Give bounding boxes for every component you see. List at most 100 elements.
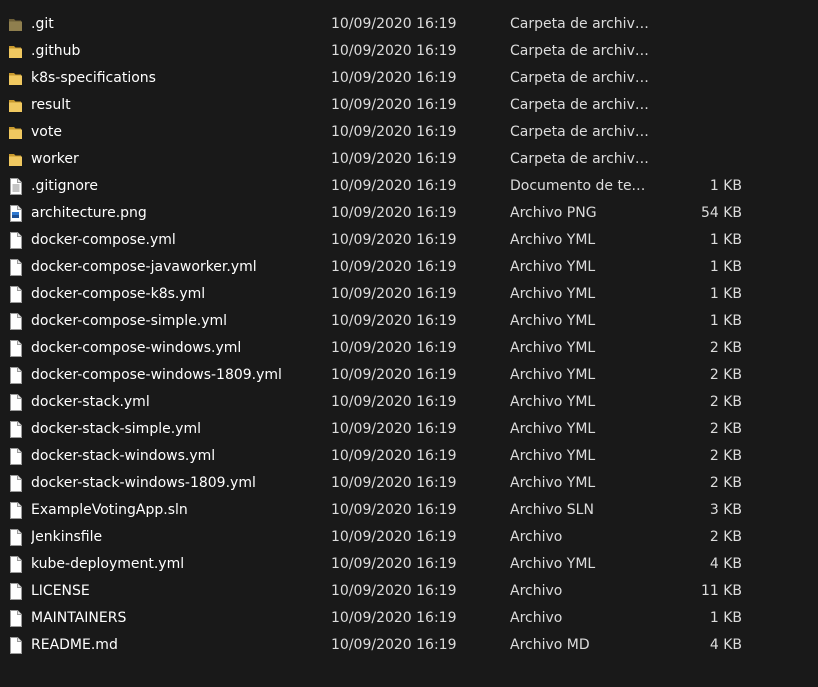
file-name: .gitignore <box>31 178 98 194</box>
file-date: 10/09/2020 16:19 <box>331 124 457 140</box>
text-file-icon <box>8 178 24 195</box>
file-row[interactable]: docker-compose.yml 10/09/2020 16:19 Archiv… <box>0 227 818 254</box>
file-row[interactable]: kube-deployment.yml 10/09/2020 16:19 Archi… <box>0 551 818 578</box>
file-row[interactable]: .github 10/09/2020 16:19 Carpeta de archiv… <box>0 38 818 65</box>
file-name: vote <box>31 124 62 140</box>
file-row[interactable]: k8s-specifications 10/09/2020 16:19 Carpet… <box>0 65 818 92</box>
folder-icon <box>8 43 24 60</box>
file-type: Archivo MD <box>510 637 590 653</box>
file-row[interactable]: docker-compose-k8s.yml 10/09/2020 16:19 Ar… <box>0 281 818 308</box>
file-date: 10/09/2020 16:19 <box>331 448 457 464</box>
file-date: 10/09/2020 16:19 <box>331 475 457 491</box>
folder-icon <box>8 124 24 141</box>
file-type: Carpeta de archivos <box>510 70 650 86</box>
file-icon <box>8 529 24 546</box>
file-size: 54 KB <box>700 205 742 221</box>
file-date: 10/09/2020 16:19 <box>331 637 457 653</box>
file-type: Archivo YML <box>510 286 596 302</box>
file-name: result <box>31 97 71 113</box>
file-row[interactable]: .git 10/09/2020 16:19 Carpeta de archivos <box>0 11 818 38</box>
file-list: .git 10/09/2020 16:19 Carpeta de archivos … <box>0 11 818 659</box>
file-icon <box>8 340 24 357</box>
file-icon <box>8 583 24 600</box>
file-row[interactable]: docker-stack-windows.yml 10/09/2020 16:19… <box>0 443 818 470</box>
file-row[interactable]: docker-compose-windows.yml 10/09/2020 16:… <box>0 335 818 362</box>
folder-icon <box>8 151 24 168</box>
file-date: 10/09/2020 16:19 <box>331 394 457 410</box>
file-icon <box>8 502 24 519</box>
file-row[interactable]: vote 10/09/2020 16:19 Carpeta de archivos <box>0 119 818 146</box>
file-name: kube-deployment.yml <box>31 556 185 572</box>
file-row[interactable]: architecture.png 10/09/2020 16:19 Archivo … <box>0 200 818 227</box>
file-date: 10/09/2020 16:19 <box>331 286 457 302</box>
folder-hidden-icon <box>8 16 24 33</box>
image-file-icon <box>8 205 24 222</box>
file-name: docker-compose-simple.yml <box>31 313 228 329</box>
file-name: docker-stack.yml <box>31 394 150 410</box>
file-icon <box>8 394 24 411</box>
file-type: Archivo YML <box>510 475 596 491</box>
file-date: 10/09/2020 16:19 <box>331 43 457 59</box>
file-row[interactable]: result 10/09/2020 16:19 Carpeta de archivo… <box>0 92 818 119</box>
file-type: Archivo <box>510 529 563 545</box>
file-date: 10/09/2020 16:19 <box>331 367 457 383</box>
file-icon <box>8 556 24 573</box>
file-size: 1 KB <box>709 313 742 329</box>
file-size: 11 KB <box>700 583 742 599</box>
file-name: LICENSE <box>31 583 90 599</box>
file-size: 2 KB <box>709 421 742 437</box>
file-type: Carpeta de archivos <box>510 97 650 113</box>
file-type: Archivo YML <box>510 313 596 329</box>
file-row[interactable]: README.md 10/09/2020 16:19 Archivo MD 4 KB <box>0 632 818 659</box>
file-date: 10/09/2020 16:19 <box>331 556 457 572</box>
file-icon <box>8 286 24 303</box>
file-type: Archivo YML <box>510 232 596 248</box>
file-icon <box>8 475 24 492</box>
file-row[interactable]: docker-stack-windows-1809.yml 10/09/2020 … <box>0 470 818 497</box>
file-date: 10/09/2020 16:19 <box>331 313 457 329</box>
file-row[interactable]: docker-compose-windows-1809.yml 10/09/202… <box>0 362 818 389</box>
file-date: 10/09/2020 16:19 <box>331 151 457 167</box>
file-size: 2 KB <box>709 529 742 545</box>
file-size: 2 KB <box>709 475 742 491</box>
file-row[interactable]: docker-compose-javaworker.yml 10/09/2020 … <box>0 254 818 281</box>
file-row[interactable]: ExampleVotingApp.sln 10/09/2020 16:19 Arch… <box>0 497 818 524</box>
file-row[interactable]: MAINTAINERS 10/09/2020 16:19 Archivo 1 KB <box>0 605 818 632</box>
file-type: Archivo YML <box>510 367 596 383</box>
file-name: docker-compose-windows.yml <box>31 340 242 356</box>
file-name: .git <box>31 16 54 32</box>
file-name: architecture.png <box>31 205 147 221</box>
file-row[interactable]: worker 10/09/2020 16:19 Carpeta de archivo… <box>0 146 818 173</box>
file-row[interactable]: Jenkinsfile 10/09/2020 16:19 Archivo 2 KB <box>0 524 818 551</box>
file-row[interactable]: .gitignore 10/09/2020 16:19 Documento de t… <box>0 173 818 200</box>
file-date: 10/09/2020 16:19 <box>331 610 457 626</box>
file-size: 2 KB <box>709 340 742 356</box>
file-date: 10/09/2020 16:19 <box>331 205 457 221</box>
file-row[interactable]: LICENSE 10/09/2020 16:19 Archivo 11 KB <box>0 578 818 605</box>
file-type: Archivo YML <box>510 421 596 437</box>
file-row[interactable]: docker-stack-simple.yml 10/09/2020 16:19 A… <box>0 416 818 443</box>
file-name: MAINTAINERS <box>31 610 127 626</box>
file-name: docker-compose-k8s.yml <box>31 286 206 302</box>
file-size: 4 KB <box>709 637 742 653</box>
file-name: worker <box>31 151 79 167</box>
file-icon <box>8 421 24 438</box>
file-date: 10/09/2020 16:19 <box>331 259 457 275</box>
file-name: docker-stack-simple.yml <box>31 421 201 437</box>
file-date: 10/09/2020 16:19 <box>331 232 457 248</box>
file-size: 1 KB <box>709 232 742 248</box>
file-type: Archivo YML <box>510 556 596 572</box>
file-size: 2 KB <box>709 448 742 464</box>
file-icon <box>8 232 24 249</box>
file-name: README.md <box>31 637 118 653</box>
file-name: docker-compose-windows-1809.yml <box>31 367 282 383</box>
folder-icon <box>8 70 24 87</box>
file-size: 2 KB <box>709 367 742 383</box>
file-type: Carpeta de archivos <box>510 16 650 32</box>
file-name: docker-compose.yml <box>31 232 176 248</box>
file-row[interactable]: docker-stack.yml 10/09/2020 16:19 Archivo … <box>0 389 818 416</box>
file-size: 1 KB <box>709 178 742 194</box>
file-name: docker-compose-javaworker.yml <box>31 259 257 275</box>
file-size: 1 KB <box>709 610 742 626</box>
file-row[interactable]: docker-compose-simple.yml 10/09/2020 16:1… <box>0 308 818 335</box>
